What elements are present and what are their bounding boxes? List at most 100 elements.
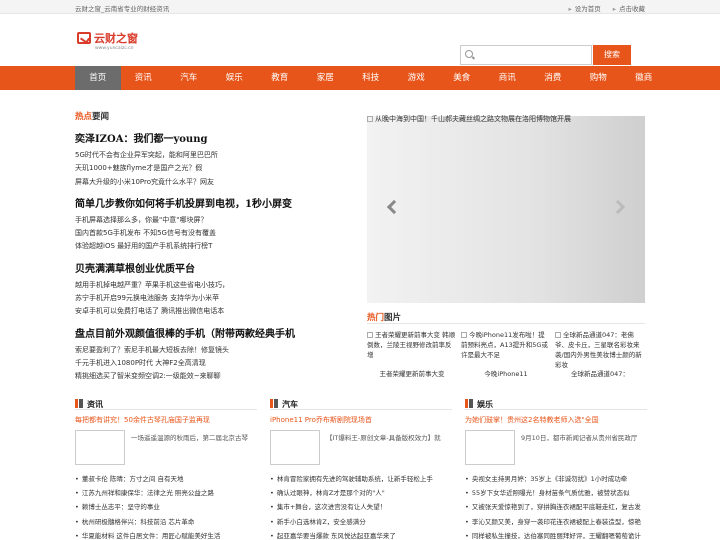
section-feature: 9月10日，都市新闻记者从贵州省民政厅 bbox=[465, 430, 647, 470]
picture-thumb[interactable]: 全球新品通道047：老佛爷、皮卡丘，三星联名彩妆来袭/国内外男性美妆博士颜的新彩… bbox=[555, 330, 645, 368]
nav-item[interactable]: 娱乐 bbox=[212, 66, 258, 90]
top-bar: 云财之窗_云南省专业的财经资讯 ▸ 设为首页 ▸ 点击收藏 bbox=[0, 0, 720, 14]
list-item[interactable]: 赖博士丛志平：坚守的事业 bbox=[75, 500, 257, 514]
headline-link[interactable]: 盘点目前外观颜值很棒的手机（附带两款经典手机 bbox=[75, 325, 355, 340]
list-item[interactable]: 集市+舞台，这次进宫没有让人失望！ bbox=[270, 500, 452, 514]
picture-caption[interactable]: 全球新品通道047： bbox=[555, 368, 645, 378]
section-feature-text[interactable]: 一场遥遥温源的秋雨后，第二届北京古琴 bbox=[131, 432, 257, 442]
chevron-left-icon[interactable] bbox=[386, 199, 402, 215]
bookmark-link[interactable]: ▸ 点击收藏 bbox=[613, 3, 645, 13]
nav-item[interactable]: 游戏 bbox=[394, 66, 440, 90]
site-logo[interactable]: 云财之窗 www.yuncaizc.cn bbox=[77, 30, 138, 62]
image-slider[interactable]: 从晚中海到中国！千山郝夫藏丝绸之路文物展在洛阳博物馆开展 bbox=[367, 114, 645, 303]
list-item[interactable]: 董叔卡伦 陈晴：方寸之间 自有天地 bbox=[75, 472, 257, 486]
search-icon bbox=[465, 50, 473, 58]
nav-item[interactable]: 美食 bbox=[439, 66, 485, 90]
list-item[interactable]: 确认过眼神，林肯Z才是那个对的"人" bbox=[270, 486, 452, 500]
hot-groups: 奕泽IZOA：我们都一young 5G时代不会有企业异军突起，能和阿里巴巴所 天玑1… bbox=[75, 130, 355, 384]
picture-caption[interactable]: 今晚iPhone11 bbox=[461, 368, 551, 378]
nav-item[interactable]: 首页 bbox=[75, 66, 121, 90]
nav-item[interactable]: 资讯 bbox=[121, 66, 167, 90]
section-thumbnail[interactable] bbox=[75, 430, 125, 465]
section-title[interactable]: 娱乐 bbox=[477, 399, 493, 410]
section-title[interactable]: 资讯 bbox=[87, 399, 103, 410]
nav-item[interactable]: 科技 bbox=[348, 66, 394, 90]
logo-mark-icon bbox=[77, 32, 91, 44]
news-link[interactable]: 国内首款5G手机发布 不知5G信号有没有覆盖 bbox=[75, 227, 355, 240]
section-feature: 【IT爆料王-原创文章-具备版权效力】就 bbox=[270, 430, 452, 470]
news-link[interactable]: 精挑细选买了智米变频空调2:一级能效~来聊聊 bbox=[75, 370, 355, 383]
section-title[interactable]: 汽车 bbox=[282, 399, 298, 410]
slider-caption[interactable]: 从晚中海到中国！千山郝夫藏丝绸之路文物展在洛阳博物馆开展 bbox=[367, 114, 571, 124]
chevron-right-icon[interactable] bbox=[610, 199, 626, 215]
category-section: 娱乐为她们鼓掌！贵州这2名特教老师入选"全国 9月10日，都市新闻记者从贵州省民政… bbox=[465, 398, 647, 540]
hot-news-group: 简单几步教你如何将手机投屏到电视，1秒小屏变 手机屏幕选择那么多，你最"中意"哪块… bbox=[75, 195, 355, 254]
list-item[interactable]: 杭州研极髓格伴兴：科技前沿 芯片革命 bbox=[75, 515, 257, 529]
section-feature: 一场遥遥温源的秋雨后，第二届北京古琴 bbox=[75, 430, 257, 470]
hotpic-title-rest: 图片 bbox=[384, 313, 402, 323]
news-link[interactable]: 安卓手机可以免费打电话了 腾讯推出微信电话本 bbox=[75, 305, 355, 318]
set-home-link[interactable]: ▸ 设为首页 bbox=[568, 3, 600, 13]
picture-caption[interactable]: 王者荣耀更新前事大变 bbox=[367, 368, 457, 378]
picture-card[interactable]: 今晚iPhone11发布啦！提前预料亮点，A13提升和5G或许是最大不足 今晚iP… bbox=[461, 330, 551, 378]
list-item[interactable]: 起亚嘉华要当爆款 东风悦达起亚嘉华来了 bbox=[270, 529, 452, 540]
picture-card[interactable]: 全球新品通道047：老佛爷、皮卡丘，三星联名彩妆来袭/国内外男性美妆博士颜的新彩… bbox=[555, 330, 645, 378]
news-lines: 索尼要盈利了？索尼手机最大短板去除！修复镜头 千元手机进入1080P时代 大神F2… bbox=[75, 344, 355, 384]
list-item[interactable]: 新手小白选林肯Z，安全感满分 bbox=[270, 515, 452, 529]
nav-item[interactable]: 徽商 bbox=[621, 66, 667, 90]
section-lead-link[interactable]: iPhone11 Pro乔布斯剧院现场首 bbox=[270, 415, 452, 425]
news-link[interactable]: 千元手机进入1080P时代 大神F2全高清现 bbox=[75, 357, 355, 370]
list-item[interactable]: 同样被私生撞技，达伯塞同胜丽拜好评，王耀翻嗯葡萄诡计 bbox=[465, 529, 647, 540]
hot-pictures: 王者荣耀更新前事大变 韩顺倒数，兰陵王视野修改前率反增 王者荣耀更新前事大变 今晚i… bbox=[367, 330, 645, 378]
broken-image-icon bbox=[555, 332, 561, 338]
section-thumbnail[interactable] bbox=[465, 430, 515, 465]
list-item[interactable]: 林肯冒险家拥有先进的驾驶辅助系统，让新手轻松上手 bbox=[270, 472, 452, 486]
nav-item[interactable]: 商讯 bbox=[485, 66, 531, 90]
nav-item[interactable]: 汽车 bbox=[166, 66, 212, 90]
news-link[interactable]: 苏宁手机开启99元换电池服务 支持华为小米苹 bbox=[75, 292, 355, 305]
news-link[interactable]: 体验超越iOS 最好用的国产手机系统排行榜T bbox=[75, 240, 355, 253]
search-input[interactable] bbox=[460, 45, 592, 65]
news-link[interactable]: 越用手机掉电越严重？苹果手机这些省电小技巧， bbox=[75, 279, 355, 292]
search-button[interactable]: 搜索 bbox=[593, 45, 631, 65]
broken-image-icon bbox=[461, 332, 467, 338]
section-head: 资讯 bbox=[75, 398, 257, 410]
headline-link[interactable]: 贝壳满满草根创业优质平台 bbox=[75, 260, 355, 275]
headline-link[interactable]: 简单几步教你如何将手机投屏到电视，1秒小屏变 bbox=[75, 195, 355, 210]
list-item[interactable]: 李沁又颜又美，身穿一袭印花连衣裙被配上春装造型，惊艳 bbox=[465, 515, 647, 529]
list-item[interactable]: 华夏能材料 这件白居文件：用匠心赋能美好生活 bbox=[75, 529, 257, 540]
picture-thumb[interactable]: 王者荣耀更新前事大变 韩顺倒数，兰陵王视野修改前率反增 bbox=[367, 330, 457, 368]
section-lead-link[interactable]: 每把都有讲究！50余件古琴孔庙国子监再现 bbox=[75, 415, 257, 425]
section-list: 董叔卡伦 陈晴：方寸之间 自有天地江苏九州祥和康保华：法律之光 照亮公益之路赖博… bbox=[75, 472, 257, 540]
section-feature-text[interactable]: 【IT爆料王-原创文章-具备版权效力】就 bbox=[326, 432, 452, 442]
news-link[interactable]: 屏幕大升级的小米10Pro究竟什么水平？网友 bbox=[75, 176, 355, 189]
section-thumbnail[interactable] bbox=[270, 430, 320, 465]
list-item[interactable]: 江苏九州祥和康保华：法律之光 照亮公益之路 bbox=[75, 486, 257, 500]
list-item[interactable]: 55岁下女华近照曝光！身材苗条气质优雅，被赞状态似 bbox=[465, 486, 647, 500]
site-header: 云财之窗 www.yuncaizc.cn 搜索 bbox=[0, 14, 720, 66]
news-link[interactable]: 天玑1000+魅族flyme才是国产之光？假 bbox=[75, 162, 355, 175]
news-link[interactable]: 手机屏幕选择那么多，你最"中意"哪块屏？ bbox=[75, 214, 355, 227]
nav-item[interactable]: 家居 bbox=[303, 66, 349, 90]
nav-item[interactable]: 购物 bbox=[576, 66, 622, 90]
hot-news-title: 热点要闻 bbox=[75, 110, 355, 122]
hot-news-group: 贝壳满满草根创业优质平台 越用手机掉电越严重？苹果手机这些省电小技巧， 苏宁手机开启… bbox=[75, 260, 355, 319]
category-section: 汽车 iPhone11 Pro乔布斯剧院现场首【IT爆料王-原创文章-具备版权效力… bbox=[270, 398, 452, 540]
section-marker bbox=[75, 399, 78, 408]
news-link[interactable]: 索尼要盈利了？索尼手机最大短板去除！修复镜头 bbox=[75, 344, 355, 357]
headline-link[interactable]: 奕泽IZOA：我们都一young bbox=[75, 130, 355, 145]
hot-title-rest: 要闻 bbox=[92, 112, 110, 122]
broken-image-icon bbox=[367, 116, 373, 122]
logo-name: 云财之窗 bbox=[94, 32, 138, 45]
section-lead-link[interactable]: 为她们鼓掌！贵州这2名特教老师入选"全国 bbox=[465, 415, 647, 425]
list-item[interactable]: 央视女主持男月婷：35岁上《非诚勿扰》1小时成功牵 bbox=[465, 472, 647, 486]
section-feature-text[interactable]: 9月10日，都市新闻记者从贵州省民政厅 bbox=[521, 432, 647, 442]
list-item[interactable]: 又被张天爱惊艳到了，穿拼胸连衣裙配平底鞋走红，复古发 bbox=[465, 500, 647, 514]
picture-card[interactable]: 王者荣耀更新前事大变 韩顺倒数，兰陵王视野修改前率反增 王者荣耀更新前事大变 bbox=[367, 330, 457, 378]
slider-caption-text: 从晚中海到中国！千山郝夫藏丝绸之路文物展在洛阳博物馆开展 bbox=[375, 115, 571, 123]
nav-item[interactable]: 教育 bbox=[257, 66, 303, 90]
nav-item[interactable]: 消费 bbox=[530, 66, 576, 90]
set-home-label: 设为首页 bbox=[574, 5, 601, 13]
news-link[interactable]: 5G时代不会有企业异军突起，能和阿里巴巴所 bbox=[75, 149, 355, 162]
picture-thumb[interactable]: 今晚iPhone11发布啦！提前预料亮点，A13提升和5G或许是最大不足 bbox=[461, 330, 551, 368]
